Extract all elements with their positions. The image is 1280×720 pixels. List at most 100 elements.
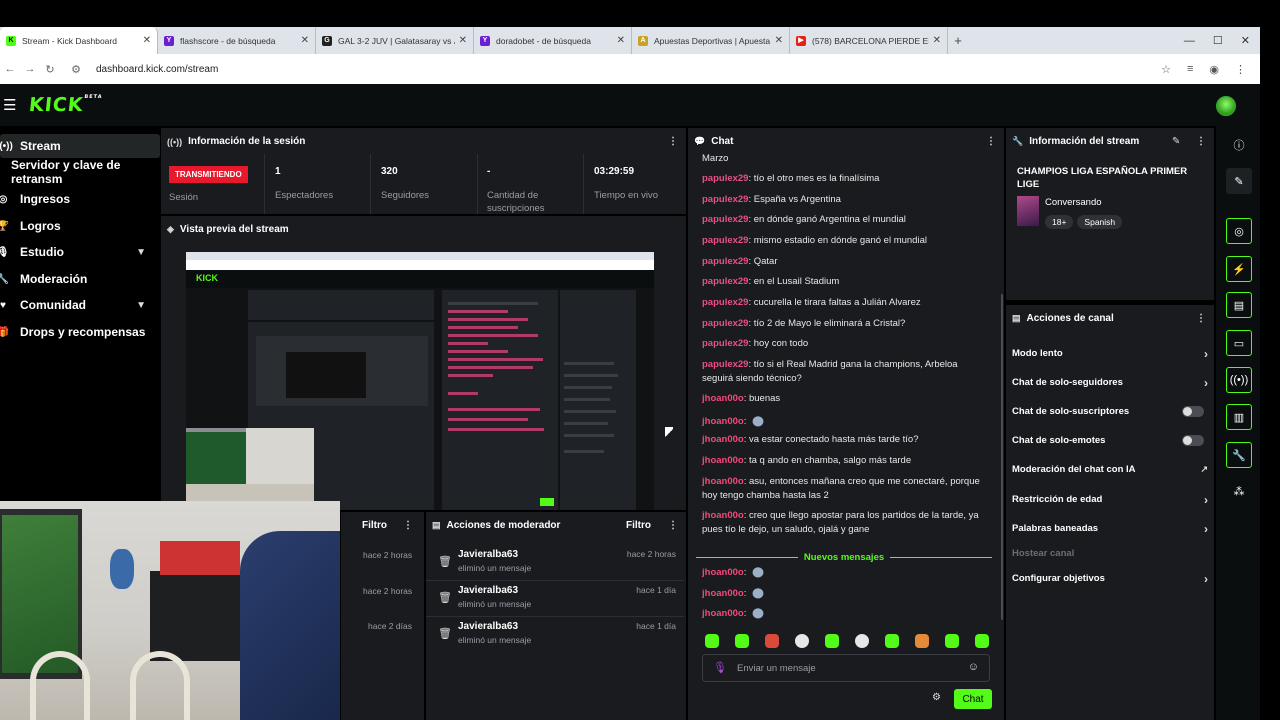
table-row[interactable]: 🗑 Javieralba63 eliminó un mensaje hace 1… bbox=[426, 581, 684, 617]
mic-icon[interactable]: 🎙 bbox=[713, 661, 727, 674]
chat-username[interactable]: papulex29 bbox=[702, 276, 748, 287]
chat-username[interactable]: jhoan00o bbox=[702, 510, 744, 521]
browser-menu-icon[interactable]: ⋮ bbox=[1235, 63, 1246, 76]
maximize-icon[interactable]: ☐ bbox=[1213, 34, 1223, 47]
more-options-icon[interactable]: ⋮ bbox=[986, 136, 996, 147]
close-tab-icon[interactable]: ✕ bbox=[301, 35, 309, 46]
emote-icon[interactable] bbox=[825, 634, 839, 648]
sidebar-item-estudio[interactable]: 🎙 Estudio ▼ bbox=[0, 240, 160, 264]
browser-tab-flashscore[interactable]: Y flashscore - de búsqueda ✕ bbox=[158, 27, 316, 54]
chat-username[interactable]: papulex29 bbox=[702, 235, 748, 246]
action-ai-moderation[interactable]: Moderación del chat con IA ↗ bbox=[1012, 455, 1208, 484]
chat-message[interactable]: papulex29: en el Lusail Stadium bbox=[702, 275, 990, 289]
url-field[interactable]: dashboard.kick.com/stream bbox=[96, 64, 218, 75]
table-row[interactable]: 🗑 Javieralba63 eliminó un mensaje hace 1… bbox=[426, 617, 684, 653]
chat-username[interactable]: papulex29 bbox=[702, 297, 748, 308]
chat-message[interactable]: papulex29: cucurella le tirara faltas a … bbox=[702, 296, 990, 310]
emote-icon[interactable] bbox=[915, 634, 929, 648]
close-tab-icon[interactable]: ✕ bbox=[775, 35, 783, 46]
screen-capture-icon[interactable]: ◎ bbox=[1226, 218, 1252, 244]
chat-settings-icon[interactable]: ⚙ bbox=[932, 692, 941, 703]
emote-icon[interactable] bbox=[945, 634, 959, 648]
chat-message[interactable]: papulex29: mismo estadio en dónde ganó e… bbox=[702, 234, 990, 248]
action-followers-only[interactable]: Chat de solo-seguidores › bbox=[1012, 368, 1208, 397]
close-tab-icon[interactable]: ✕ bbox=[459, 35, 467, 46]
send-chat-button[interactable]: Chat bbox=[954, 689, 992, 709]
more-options-icon[interactable]: ⋮ bbox=[668, 136, 678, 147]
profile-icon[interactable]: ◉ bbox=[1209, 63, 1219, 76]
chat-username[interactable]: papulex29 bbox=[702, 359, 748, 370]
chat-username[interactable]: jhoan00o bbox=[702, 455, 744, 466]
browser-tab-galatasaray[interactable]: G GAL 3-2 JUV | Galatasaray vs Ju ✕ bbox=[316, 27, 474, 54]
chat-message[interactable]: papulex29: tío el otro mes es la finalís… bbox=[702, 172, 990, 186]
browser-tab-kick[interactable]: K Stream - Kick Dashboard ✕ bbox=[0, 27, 158, 54]
back-icon[interactable]: ← bbox=[0, 63, 20, 75]
chat-message[interactable]: jhoan00o: ta q ando en chamba, salgo más… bbox=[702, 454, 990, 468]
category-name[interactable]: Conversando bbox=[1045, 197, 1102, 208]
more-options-icon[interactable]: ⋮ bbox=[403, 520, 413, 531]
chat-username[interactable]: papulex29 bbox=[702, 173, 748, 184]
new-tab-icon[interactable]: + bbox=[948, 27, 968, 54]
chat-message[interactable]: papulex29: tío 2 de Mayo le eliminará a … bbox=[702, 317, 990, 331]
edit-icon[interactable]: ✎ bbox=[1172, 136, 1180, 147]
chat-message[interactable]: papulex29: España vs Argentina bbox=[702, 193, 990, 207]
sidebar-item-logros[interactable]: 🏆 Logros bbox=[0, 214, 160, 238]
lightning-icon[interactable]: ⚡ bbox=[1226, 256, 1252, 282]
browser-tab-doradobet[interactable]: Y doradobet - de búsqueda ✕ bbox=[474, 27, 632, 54]
browser-tab-apuestas[interactable]: A Apuestas Deportivas | Apuesta ✕ bbox=[632, 27, 790, 54]
category-thumbnail[interactable] bbox=[1017, 196, 1039, 226]
chat-username[interactable]: jhoan00o bbox=[702, 588, 744, 599]
chat-message[interactable]: jhoan00o: bbox=[702, 585, 990, 601]
chat-message[interactable]: jhoan00o: va estar conectado hasta más t… bbox=[702, 433, 990, 447]
action-age-restriction[interactable]: Restricción de edad › bbox=[1012, 485, 1208, 514]
chat-username[interactable]: papulex29 bbox=[702, 318, 748, 329]
chat-message[interactable]: jhoan00o: bbox=[702, 564, 990, 580]
chat-message[interactable]: jhoan00o: buenas bbox=[702, 392, 990, 406]
kick-logo[interactable]: KICKBETA bbox=[28, 94, 103, 116]
hamburger-menu-icon[interactable]: ☰ bbox=[3, 96, 16, 114]
chat-username[interactable]: papulex29 bbox=[702, 194, 748, 205]
site-info-icon[interactable]: ⚙ bbox=[66, 63, 86, 76]
sidebar-item-drops[interactable]: 🎁 Drops y recompensas bbox=[0, 320, 160, 344]
bookmark-star-icon[interactable]: ☆ bbox=[1161, 63, 1171, 76]
forward-icon[interactable]: → bbox=[20, 63, 40, 75]
chat-username[interactable]: jhoan00o bbox=[702, 476, 744, 487]
filter-button[interactable]: Filtro bbox=[626, 520, 651, 531]
emoji-picker-icon[interactable]: ☺ bbox=[968, 661, 979, 673]
tag-pill[interactable]: Spanish bbox=[1077, 215, 1123, 229]
sidebar-item-ingresos[interactable]: ◎ Ingresos bbox=[0, 187, 160, 211]
subscribers-only-toggle[interactable] bbox=[1182, 406, 1204, 417]
emote-icon[interactable] bbox=[885, 634, 899, 648]
reading-list-icon[interactable]: ≡ bbox=[1187, 63, 1193, 76]
chat-username[interactable]: jhoan00o bbox=[702, 608, 744, 619]
chat-message[interactable]: papulex29: Qatar bbox=[702, 255, 990, 269]
emote-icon[interactable] bbox=[705, 634, 719, 648]
browser-tab-youtube[interactable]: ▶ (578) BARCELONA PIERDE EL LI ✕ bbox=[790, 27, 948, 54]
close-tab-icon[interactable]: ✕ bbox=[933, 35, 941, 46]
chat-message[interactable]: jhoan00o: asu, entonces mañana creo que … bbox=[702, 475, 990, 503]
chat-bubble-icon[interactable]: ▭ bbox=[1226, 330, 1252, 356]
close-tab-icon[interactable]: ✕ bbox=[143, 35, 151, 46]
chat-message[interactable]: jhoan00o: bbox=[702, 605, 990, 621]
emote-icon[interactable] bbox=[855, 634, 869, 648]
chat-message[interactable]: papulex29: en dónde ganó Argentina el mu… bbox=[702, 213, 990, 227]
chat-message[interactable]: papulex29: hoy con todo bbox=[702, 337, 990, 351]
broadcast-icon[interactable]: ((•)) bbox=[1226, 367, 1252, 393]
chat-scrollbar[interactable] bbox=[1001, 294, 1003, 620]
chat-input[interactable]: 🎙 Enviar un mensaje ☺ bbox=[702, 654, 990, 682]
chat-username[interactable]: jhoan00o bbox=[702, 393, 744, 404]
info-icon[interactable]: ⓘ bbox=[1226, 132, 1252, 158]
layers-icon[interactable]: ▥ bbox=[1226, 404, 1252, 430]
emote-icon[interactable] bbox=[735, 634, 749, 648]
emote-icon[interactable] bbox=[765, 634, 779, 648]
minimize-icon[interactable]: — bbox=[1184, 35, 1195, 47]
chat-username[interactable]: papulex29 bbox=[702, 214, 748, 225]
sidebar-item-moderacion[interactable]: 🔧 Moderación bbox=[0, 267, 160, 291]
chat-username[interactable]: papulex29 bbox=[702, 256, 748, 267]
close-tab-icon[interactable]: ✕ bbox=[617, 35, 625, 46]
more-options-icon[interactable]: ⋮ bbox=[1196, 313, 1206, 324]
chat-message[interactable]: papulex29: tío si el Real Madrid gana la… bbox=[702, 358, 990, 386]
notes-icon[interactable]: ▤ bbox=[1226, 292, 1252, 318]
sidebar-item-stream[interactable]: ((•)) Stream bbox=[0, 134, 160, 158]
sidebar-item-comunidad[interactable]: ♥ Comunidad ▼ bbox=[0, 293, 160, 317]
